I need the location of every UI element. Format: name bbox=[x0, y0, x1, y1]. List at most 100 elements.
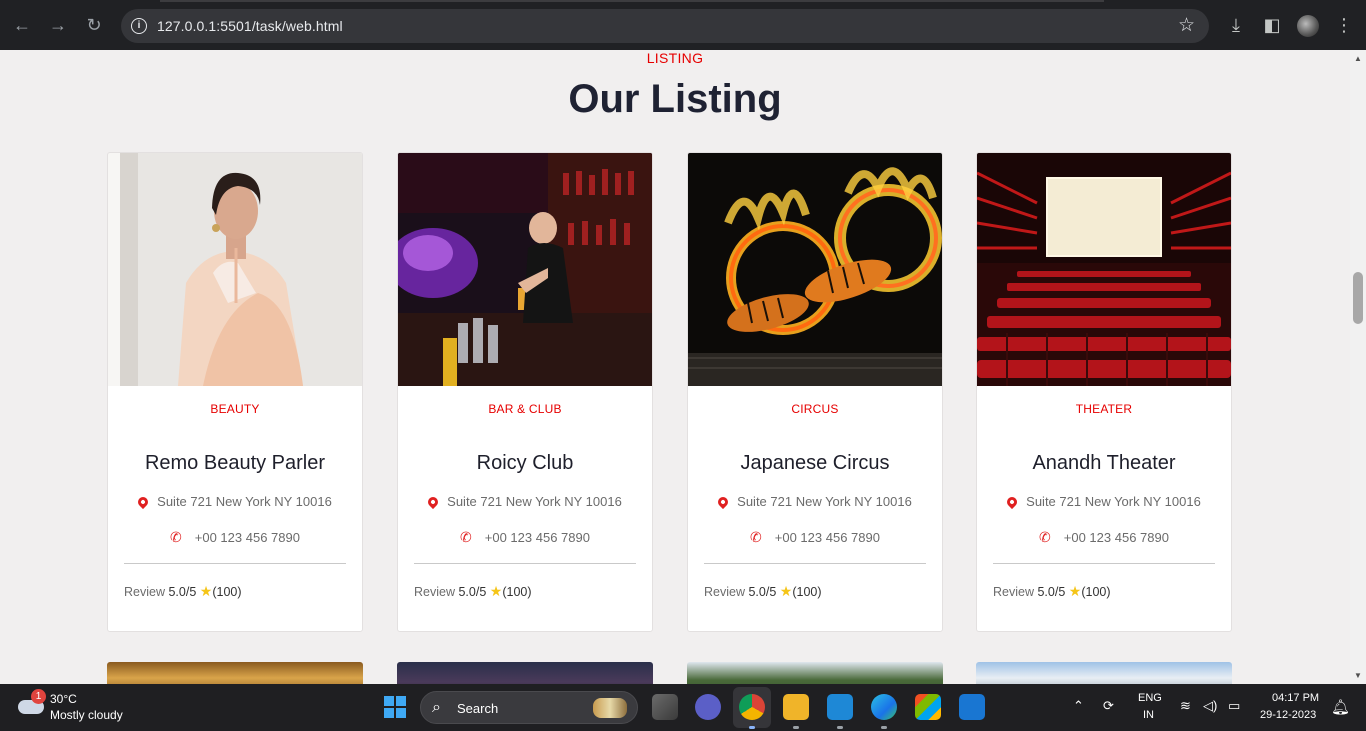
listing-address: Suite 721 New York NY 10016 bbox=[977, 494, 1231, 509]
review-count: (100) bbox=[502, 585, 532, 599]
listing-address: Suite 721 New York NY 10016 bbox=[108, 494, 362, 509]
review-count: (100) bbox=[1081, 585, 1111, 599]
phone-icon: ✆ bbox=[750, 529, 762, 545]
weather-description[interactable]: Mostly cloudy bbox=[50, 708, 123, 722]
listing-name[interactable]: Japanese Circus bbox=[688, 452, 942, 475]
listing-photo-bar-club bbox=[398, 153, 652, 386]
phone-text: +00 123 456 7890 bbox=[774, 530, 880, 545]
wifi-icon[interactable]: ≋ bbox=[1180, 698, 1191, 714]
listing-phone: ✆ +00 123 456 7890 bbox=[688, 529, 942, 546]
page-viewport: LISTING Our Listing BEAUTY Remo Beauty P… bbox=[0, 50, 1350, 684]
listing-card-peek[interactable] bbox=[107, 662, 363, 684]
review-score: 5.0/5 bbox=[168, 585, 197, 599]
address-bar[interactable]: i 127.0.0.1:5501/task/web.html ☆ bbox=[121, 9, 1209, 43]
review-label: Review bbox=[704, 585, 745, 599]
section-tag: LISTING bbox=[646, 50, 704, 66]
scroll-up-icon[interactable]: ▲ bbox=[1354, 54, 1362, 63]
teams-chat-icon[interactable] bbox=[695, 694, 721, 720]
info-icon[interactable]: i bbox=[131, 18, 147, 34]
review-label: Review bbox=[414, 585, 455, 599]
taskbar-search[interactable]: ⌕ Search bbox=[420, 691, 638, 724]
clock-date[interactable]: 29-12-2023 bbox=[1260, 709, 1316, 721]
search-highlight-icon bbox=[593, 698, 627, 718]
store-icon[interactable] bbox=[915, 694, 941, 720]
phone-text: +00 123 456 7890 bbox=[1063, 530, 1169, 545]
phone-icon: ✆ bbox=[1039, 529, 1051, 545]
back-icon[interactable]: ← bbox=[8, 11, 36, 39]
scrollbar-thumb[interactable] bbox=[1353, 272, 1363, 324]
browser-toolbar: ← → ↻ i 127.0.0.1:5501/task/web.html ☆ ⤓… bbox=[0, 0, 1366, 50]
scroll-down-icon[interactable]: ▼ bbox=[1354, 671, 1362, 680]
vscode-icon[interactable] bbox=[827, 694, 853, 720]
running-indicator bbox=[749, 726, 755, 729]
sync-icon[interactable]: ⟳ bbox=[1103, 698, 1114, 714]
bell-icon[interactable]: 🔔︎ bbox=[1331, 698, 1350, 716]
running-indicator bbox=[793, 726, 799, 729]
menu-icon[interactable]: ⋮ bbox=[1332, 13, 1356, 37]
listing-card-peek[interactable] bbox=[687, 662, 943, 684]
search-icon: ⌕ bbox=[432, 699, 441, 716]
address-text: Suite 721 New York NY 10016 bbox=[447, 494, 622, 509]
location-pin-icon bbox=[136, 494, 151, 509]
listing-category[interactable]: CIRCUS bbox=[688, 402, 942, 416]
phone-text: +00 123 456 7890 bbox=[484, 530, 590, 545]
star-icon[interactable]: ☆ bbox=[1178, 14, 1195, 37]
running-indicator bbox=[837, 726, 843, 729]
language-indicator[interactable]: ENG bbox=[1138, 692, 1162, 704]
page-scrollbar[interactable]: ▲ ▼ bbox=[1350, 50, 1366, 684]
listing-name[interactable]: Anandh Theater bbox=[977, 452, 1231, 475]
listing-category[interactable]: THEATER bbox=[977, 402, 1231, 416]
listing-review: Review 5.0/5 ★(100) bbox=[704, 583, 822, 600]
weather-temperature[interactable]: 30°C bbox=[50, 692, 77, 706]
listing-card-circus[interactable]: CIRCUS Japanese Circus Suite 721 New Yor… bbox=[687, 152, 943, 632]
search-label: Search bbox=[457, 701, 499, 716]
listing-category[interactable]: BAR & CLUB bbox=[398, 402, 652, 416]
listing-name[interactable]: Roicy Club bbox=[398, 452, 652, 475]
file-explorer-icon[interactable] bbox=[783, 694, 809, 720]
star-icon: ★ bbox=[1068, 583, 1082, 599]
card-divider bbox=[993, 563, 1215, 564]
listing-card-beauty[interactable]: BEAUTY Remo Beauty Parler Suite 721 New … bbox=[107, 152, 363, 632]
address-text: Suite 721 New York NY 10016 bbox=[1026, 494, 1201, 509]
region-indicator[interactable]: IN bbox=[1143, 709, 1154, 721]
listing-review: Review 5.0/5 ★(100) bbox=[993, 583, 1111, 600]
listing-phone: ✆ +00 123 456 7890 bbox=[977, 529, 1231, 546]
reload-icon[interactable]: ↻ bbox=[80, 11, 108, 39]
phone-text: +00 123 456 7890 bbox=[194, 530, 300, 545]
review-score: 5.0/5 bbox=[458, 585, 487, 599]
volume-icon[interactable]: ◁) bbox=[1203, 698, 1217, 714]
url-text[interactable]: 127.0.0.1:5501/task/web.html bbox=[157, 18, 343, 34]
sidepanel-icon[interactable]: ◧ bbox=[1260, 13, 1284, 37]
listing-photo-circus bbox=[688, 153, 942, 386]
card-divider bbox=[414, 563, 636, 564]
listing-card-peek[interactable] bbox=[976, 662, 1232, 684]
download-icon[interactable]: ⤓ bbox=[1224, 13, 1248, 37]
battery-icon[interactable]: ▭ bbox=[1228, 698, 1240, 714]
location-pin-icon bbox=[426, 494, 441, 509]
listing-card-peek[interactable] bbox=[397, 662, 653, 684]
listing-name[interactable]: Remo Beauty Parler bbox=[108, 452, 362, 475]
listing-address: Suite 721 New York NY 10016 bbox=[398, 494, 652, 509]
chevron-up-icon[interactable]: ⌃ bbox=[1073, 698, 1084, 714]
task-view-icon[interactable] bbox=[652, 694, 678, 720]
review-label: Review bbox=[124, 585, 165, 599]
listing-photo-beauty bbox=[108, 153, 362, 386]
taskbar: 1 30°C Mostly cloudy ⌕ Search ⌃ ⟳ ENG IN… bbox=[0, 684, 1366, 731]
forward-icon[interactable]: → bbox=[44, 11, 72, 39]
mail-icon[interactable] bbox=[959, 694, 985, 720]
card-divider bbox=[704, 563, 926, 564]
profile-avatar[interactable] bbox=[1297, 15, 1319, 37]
notification-badge: 1 bbox=[31, 689, 46, 704]
tab-strip-edge bbox=[160, 0, 1104, 2]
edge-icon[interactable] bbox=[871, 694, 897, 720]
listing-photo-theater bbox=[977, 153, 1231, 386]
address-text: Suite 721 New York NY 10016 bbox=[157, 494, 332, 509]
clock-time[interactable]: 04:17 PM bbox=[1272, 692, 1319, 704]
star-icon: ★ bbox=[489, 583, 503, 599]
listing-card-bar-club[interactable]: BAR & CLUB Roicy Club Suite 721 New York… bbox=[397, 152, 653, 632]
listing-card-theater[interactable]: THEATER Anandh Theater Suite 721 New Yor… bbox=[976, 152, 1232, 632]
listing-review: Review 5.0/5 ★(100) bbox=[124, 583, 242, 600]
listing-category[interactable]: BEAUTY bbox=[108, 402, 362, 416]
windows-start-icon[interactable] bbox=[384, 696, 406, 718]
chrome-icon[interactable] bbox=[739, 694, 765, 720]
